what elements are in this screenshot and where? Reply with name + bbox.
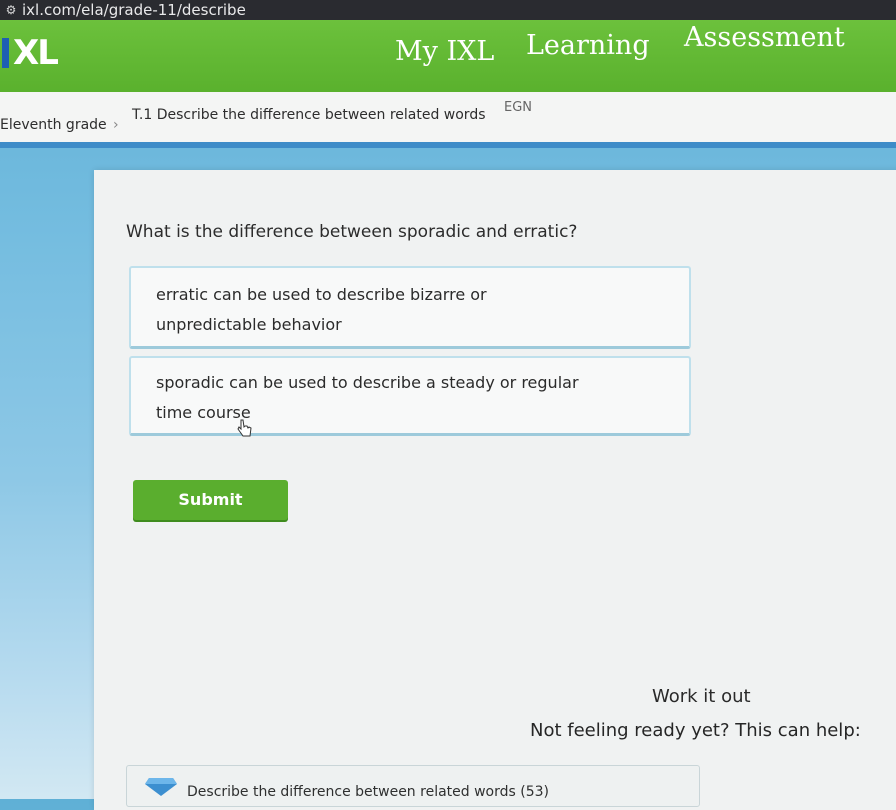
gem-icon bbox=[145, 778, 177, 796]
help-lesson-label: Describe the difference between related … bbox=[187, 784, 549, 800]
breadcrumb-chevron-icon: › bbox=[113, 117, 119, 133]
url-text: ixl.com/ela/grade-11/describe bbox=[22, 1, 246, 19]
breadcrumb: Eleventh grade › T.1 Describe the differ… bbox=[0, 92, 896, 148]
ixl-logo[interactable]: XL bbox=[2, 33, 59, 73]
site-settings-icon[interactable]: ⚙ bbox=[0, 3, 22, 17]
submit-button[interactable]: Submit bbox=[133, 480, 288, 520]
logo-bar-icon bbox=[2, 38, 9, 68]
answer-choice-2[interactable]: sporadic can be used to describe a stead… bbox=[129, 356, 691, 436]
nav-learning[interactable]: Learning bbox=[526, 30, 650, 61]
top-navigation: XL My IXL Learning Assessment bbox=[0, 20, 896, 92]
breadcrumb-skill: T.1 Describe the difference between rela… bbox=[132, 107, 486, 123]
choice-2-line-1: sporadic can be used to describe a stead… bbox=[156, 373, 579, 392]
breadcrumb-grade[interactable]: Eleventh grade bbox=[0, 117, 107, 133]
not-ready-text: Not feeling ready yet? This can help: bbox=[530, 720, 861, 741]
nav-my-ixl[interactable]: My IXL bbox=[395, 36, 494, 67]
answer-choice-1[interactable]: erratic can be used to describe bizarre … bbox=[129, 266, 691, 349]
choice-1-line-2: unpredictable behavior bbox=[156, 315, 342, 334]
breadcrumb-code: EGN bbox=[504, 100, 533, 115]
hand-cursor-icon bbox=[237, 419, 252, 437]
browser-address-bar[interactable]: ⚙ ixl.com/ela/grade-11/describe bbox=[0, 0, 896, 20]
help-lesson-link[interactable]: Describe the difference between related … bbox=[126, 765, 700, 807]
choice-1-line-1: erratic can be used to describe bizarre … bbox=[156, 285, 487, 304]
nav-assessment[interactable]: Assessment bbox=[684, 22, 845, 53]
work-it-out-heading: Work it out bbox=[652, 686, 751, 707]
question-prompt: What is the difference between sporadic … bbox=[126, 222, 578, 242]
